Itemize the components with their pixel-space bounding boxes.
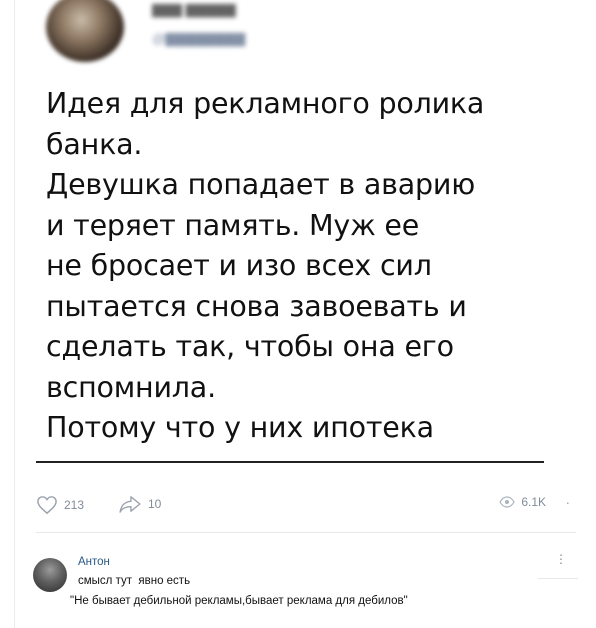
views-counter: 6.1K xyxy=(499,495,546,509)
more-icon[interactable]: · xyxy=(566,495,570,510)
comment-menu-icon[interactable]: ⋮ xyxy=(555,552,567,566)
post-actions: 213 10 6.1K · xyxy=(36,495,576,521)
like-count: 213 xyxy=(64,498,85,512)
post-text-line: банка. xyxy=(46,127,143,161)
text-divider xyxy=(36,461,544,463)
commenter-avatar[interactable] xyxy=(33,558,67,592)
eye-icon xyxy=(499,496,516,508)
post-text-line: вспомнила. xyxy=(46,370,216,404)
post-text-line: Девушка попадает в аварию xyxy=(46,168,475,201)
post-header: ▇▇▇ ▇▇▇▇▇ @▇▇▇▇▇▇▇▇ xyxy=(46,0,346,62)
post-text-line: пытается снова завоевать и xyxy=(46,289,467,323)
heart-outline-icon xyxy=(37,496,57,515)
author-name-blurred[interactable]: ▇▇▇ ▇▇▇▇▇ xyxy=(152,2,236,18)
post-text-line: Потому что у них ипотека xyxy=(46,411,434,444)
left-border xyxy=(14,0,15,628)
comment-author[interactable]: Антон xyxy=(78,556,110,568)
post-text-line: не бросает и изо всех сил xyxy=(46,249,432,282)
comment: Антон смысл тут явно есть "Не бывает деб… xyxy=(33,552,583,622)
views-count: 6.1K xyxy=(521,495,546,509)
share-button[interactable]: 10 xyxy=(118,495,161,513)
post-text-line: Идея для рекламного ролика xyxy=(46,87,485,120)
comment-text-line: "Не бывает дебильной рекламы,бывает рекл… xyxy=(70,595,408,607)
author-avatar[interactable] xyxy=(46,0,124,62)
author-handle-blurred[interactable]: @▇▇▇▇▇▇▇▇ xyxy=(152,31,245,47)
share-count: 10 xyxy=(148,497,162,511)
post-text-line: и теряет память. Муж ее xyxy=(46,208,420,242)
like-button[interactable]: 213 xyxy=(36,495,84,515)
comment-text-line: смысл тут явно есть xyxy=(78,575,191,587)
actions-divider xyxy=(36,532,576,533)
share-arrow-icon xyxy=(119,496,141,513)
post-text-line: сделать так, чтобы она его xyxy=(46,330,454,363)
comment-divider xyxy=(538,578,578,579)
post-text: Идея для рекламного ролика банка. Девушк… xyxy=(46,84,566,449)
